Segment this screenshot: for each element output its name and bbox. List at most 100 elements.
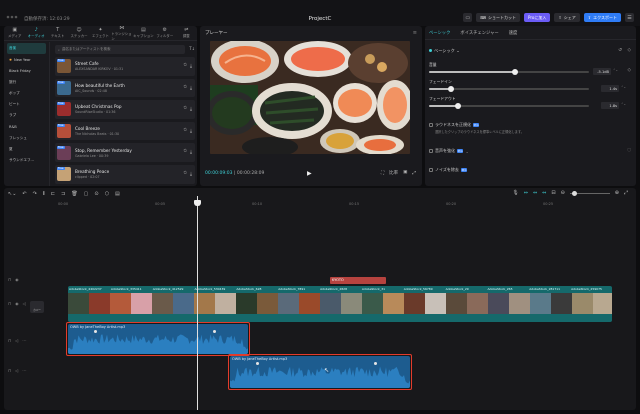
shortcut-button[interactable]: ⌨ ショートカット	[476, 13, 521, 22]
music-track[interactable]: Free Cool Breeze The Nicholas Beats · 01:3…	[55, 121, 195, 141]
download-icon[interactable]: ⤓	[190, 85, 192, 91]
inspector-tab[interactable]: ベーシック	[429, 30, 450, 36]
lock-icon[interactable]: ⊓	[8, 277, 11, 282]
tool-tab[interactable]: ♪ オーディオ	[25, 26, 46, 40]
favorite-icon[interactable]: ✩	[183, 85, 187, 91]
volume-icon[interactable]: ◁	[15, 368, 18, 373]
category-item[interactable]: ラブ	[4, 110, 49, 121]
more-icon[interactable]: ⋯	[22, 368, 26, 373]
lock-icon[interactable]: ⊓	[8, 368, 11, 373]
fadeout-stepper[interactable]: ⌃⌄	[621, 102, 626, 106]
fadeout-slider[interactable]	[429, 103, 589, 109]
playhead-handle[interactable]	[194, 200, 201, 206]
volume-icon[interactable]: ◁	[15, 338, 18, 343]
volume-slider[interactable]	[429, 69, 589, 75]
noise-checkbox[interactable]: ノイズを除去 Pro	[429, 167, 468, 173]
split-left-icon[interactable]: ⊏	[51, 191, 55, 197]
zoom-in-icon[interactable]: ⊕	[615, 190, 619, 196]
tool-tab[interactable]: ✦ エフェクト	[90, 26, 111, 40]
category-item[interactable]: ビート	[4, 99, 49, 110]
music-track[interactable]: Free Street Cafe ALEXSANDAR KIRKOV · 01:31…	[55, 57, 195, 76]
crop-icon[interactable]: ▢	[84, 191, 89, 197]
video-clip[interactable]: AdobeStock_4402237 AdobeStock_335411 Adobe…	[68, 286, 612, 322]
reset-icon[interactable]: ↺	[618, 48, 622, 53]
cover-button[interactable]: カバー	[30, 301, 44, 313]
favorite-icon[interactable]: ✩	[183, 128, 187, 134]
enhance-checkbox[interactable]: 音声を強化 Pro ⌄	[429, 148, 469, 154]
music-track[interactable]: Free Stop, Remember Yesterday Gabriela Lee…	[55, 143, 195, 162]
mic-icon[interactable]: 🎙	[512, 190, 518, 196]
basic-section[interactable]: ベーシック ⌄	[429, 48, 460, 54]
toggle-icon[interactable]: ◌	[627, 148, 631, 153]
split-right-icon[interactable]: ⊐	[61, 191, 65, 197]
category-item[interactable]: Black Friday	[4, 65, 49, 76]
lock-icon[interactable]: ⊓	[8, 301, 11, 306]
tool-tab[interactable]: T テキスト	[47, 26, 68, 40]
download-icon[interactable]: ⤓	[190, 106, 192, 112]
favorite-icon[interactable]: ✩	[183, 171, 187, 177]
fit-icon[interactable]: ⊟	[551, 190, 555, 196]
volume-value[interactable]: -5.1dB	[593, 68, 611, 75]
fullscreen-icon[interactable]: ⤢	[624, 190, 628, 196]
music-track[interactable]: Free Upbeat Christmas Pop SoundRiseStudio …	[55, 100, 195, 119]
eye-icon[interactable]: ◉	[15, 277, 19, 282]
playhead[interactable]	[197, 196, 198, 410]
magnet-icon[interactable]: ⇔	[533, 190, 537, 196]
category-item[interactable]: フレッシュ	[4, 133, 49, 144]
inspector-tab[interactable]: 速度	[509, 30, 518, 36]
keyframe-icon[interactable]: ◇	[628, 68, 631, 73]
screenshot-icon[interactable]: ▣	[403, 170, 407, 176]
pro-button[interactable]: Proに加入	[524, 13, 551, 22]
time-ruler[interactable]: 00:00 00:05 00:10 00:15 00:20 00:25	[48, 201, 636, 209]
text-clip[interactable]: KYOTO	[330, 277, 386, 284]
delete-icon[interactable]: 🗑	[71, 191, 77, 197]
music-track[interactable]: Free How beautiful the Earth AIC_Sounds · …	[55, 78, 195, 98]
inspector-tab[interactable]: ボイスチェンジャー	[460, 30, 498, 36]
tool-tab[interactable]: ▣ メディア	[4, 26, 25, 40]
reverse-icon[interactable]: ⊙	[94, 191, 98, 197]
zoom-out-icon[interactable]: ⊖	[561, 190, 565, 196]
category-item[interactable]: サウンドエフ...	[4, 155, 49, 166]
more-icon[interactable]: ☰	[625, 13, 634, 22]
category-item[interactable]: ✸ New Year	[4, 54, 49, 65]
caption-icon[interactable]: ▤	[115, 191, 120, 197]
search-input[interactable]: ⌕ 曲名またはアーティストを検索	[55, 45, 185, 54]
download-icon[interactable]: ⤓	[190, 128, 192, 134]
fadeout-value[interactable]: 1.8s	[601, 102, 619, 109]
favorite-icon[interactable]: ✩	[183, 149, 187, 155]
sort-button[interactable]: T↓	[189, 46, 195, 51]
fadein-slider[interactable]	[429, 86, 589, 92]
share-button[interactable]: ⇪ シェア	[554, 13, 580, 22]
download-icon[interactable]: ⤓	[190, 149, 192, 155]
category-item[interactable]: R&B	[4, 121, 49, 132]
menu-icon[interactable]: ≡	[413, 30, 417, 36]
more-icon[interactable]: ⋯	[22, 338, 26, 343]
favorite-icon[interactable]: ✩	[183, 63, 187, 69]
zoom-slider[interactable]	[569, 190, 610, 196]
tool-tab[interactable]: ⇌ 調整	[176, 26, 197, 40]
ratio-button[interactable]: 比率	[389, 170, 398, 176]
fullscreen-icon[interactable]: ⛶	[381, 170, 384, 176]
mute-icon[interactable]: ◁	[23, 301, 26, 306]
fadein-stepper[interactable]: ⌃⌄	[621, 85, 626, 89]
tool-tab[interactable]: ⚙ フィルター	[154, 26, 175, 40]
loudness-checkbox[interactable]: ラウドネスを正規化 Pro	[429, 122, 480, 128]
category-item[interactable]: 音楽	[7, 43, 46, 55]
tool-tab[interactable]: ▤ キャプション	[133, 26, 154, 40]
mirror-icon[interactable]: ⬡	[105, 191, 109, 197]
preview-axis-icon[interactable]: ⇔	[542, 190, 546, 196]
favorite-icon[interactable]: ✩	[183, 106, 187, 112]
tool-tab[interactable]: ☺ ステッカー	[68, 26, 89, 40]
expand-icon[interactable]: ⤢	[412, 170, 416, 176]
category-item[interactable]: 旅行	[4, 77, 49, 88]
link-icon[interactable]: ⇔	[524, 190, 528, 196]
layout-icon[interactable]: ▭	[463, 13, 473, 22]
download-icon[interactable]: ⤓	[190, 63, 192, 69]
download-icon[interactable]: ⤓	[190, 171, 192, 177]
category-item[interactable]: 夏	[4, 144, 49, 155]
volume-stepper[interactable]: ⌃⌄	[613, 68, 618, 72]
diamond-icon[interactable]: ◇	[628, 48, 631, 53]
lock-icon[interactable]: ⊓	[8, 338, 11, 343]
eye-icon[interactable]: ◉	[15, 301, 19, 306]
tool-tab[interactable]: ⋈ トランジション	[111, 26, 132, 41]
